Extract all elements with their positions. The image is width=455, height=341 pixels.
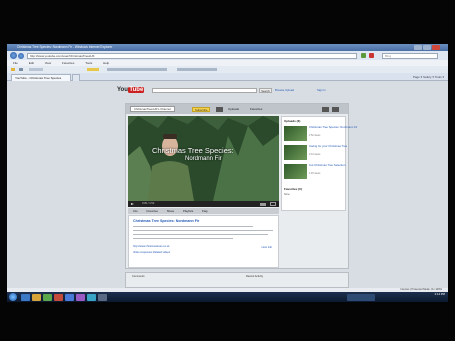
channel-menu-icon[interactable] xyxy=(216,106,223,112)
stop-icon[interactable] xyxy=(369,53,374,58)
refresh-icon[interactable] xyxy=(361,53,366,58)
video-time: 0:00 / 1:52 xyxy=(142,202,155,205)
app-taskbar-icon[interactable] xyxy=(98,293,107,301)
header-links[interactable]: Browse Upload xyxy=(275,88,294,93)
play-icon[interactable] xyxy=(131,202,134,205)
new-tab-button[interactable] xyxy=(72,74,80,81)
taskbar: 2:14 PM xyxy=(7,292,448,302)
menu-item-file[interactable]: File xyxy=(13,61,18,65)
menu-item-favorites[interactable]: Favorites xyxy=(62,61,74,65)
channel-box: ChristmasTreesUK's Channel Subscribe Upl… xyxy=(125,103,357,269)
tab-favorites[interactable]: Favorites xyxy=(250,106,262,112)
app-taskbar-icon[interactable] xyxy=(76,293,85,301)
app-taskbar-icon[interactable] xyxy=(87,293,96,301)
channel-header: ChristmasTreesUK's Channel Subscribe Upl… xyxy=(126,104,348,114)
ie-taskbar-icon[interactable] xyxy=(21,293,30,301)
video-thumbnail[interactable] xyxy=(284,145,307,160)
maximize-button[interactable] xyxy=(423,45,431,50)
video-overlay-title: Christmas Tree Species: xyxy=(152,146,234,155)
recent-activity-label[interactable]: Recent Activity xyxy=(246,275,263,278)
menu-item-view[interactable]: View xyxy=(45,61,51,65)
sidebar-video-meta: 1:45 views xyxy=(309,172,321,175)
list-view-icon[interactable] xyxy=(332,106,339,112)
favorites-heading: Favorites (0) xyxy=(284,187,302,191)
monitor-screen: Christmas Tree Species: Nordmann Fir - W… xyxy=(7,44,448,302)
address-bar[interactable]: http://www.youtube.com/user/ChristmasTre… xyxy=(27,52,357,59)
info-tabs: Info Favorites Share Playlists Flag xyxy=(128,208,279,214)
address-row: http://www.youtube.com/user/ChristmasTre… xyxy=(7,51,448,60)
volume-icon[interactable] xyxy=(260,202,266,206)
tab-flag[interactable]: Flag xyxy=(202,209,207,213)
video-info-panel: Christmas Tree Species: Nordmann Fir htt… xyxy=(128,215,279,268)
photo-frame: Christmas Tree Species: Nordmann Fir - W… xyxy=(0,0,455,341)
explorer-taskbar-icon[interactable] xyxy=(32,293,41,301)
sidebar-video-meta: 1:52 views xyxy=(309,134,321,137)
info-website-link[interactable]: http://www.christmastrees.co.uk xyxy=(133,245,169,248)
toolbar-links-2[interactable] xyxy=(177,68,217,71)
youtube-search-button[interactable]: Search xyxy=(259,88,272,93)
app-taskbar-icon[interactable] xyxy=(65,293,74,301)
info-text-line xyxy=(133,234,268,236)
subscribe-button[interactable]: Subscribe xyxy=(192,106,211,112)
back-icon[interactable] xyxy=(10,52,17,59)
minimize-button[interactable] xyxy=(414,45,422,50)
tab-strip: YouTube - Christmas Tree Species Page ▾ … xyxy=(7,73,448,81)
comments-label[interactable]: Comments xyxy=(132,275,145,278)
sidebar-video-title[interactable]: Caring for your Christmas Tree xyxy=(309,144,347,148)
channel-bottom-panel: Comments Recent Activity xyxy=(125,272,349,288)
toolbar-item[interactable] xyxy=(29,68,43,71)
forward-icon[interactable] xyxy=(18,52,24,59)
video-overlay-subtitle: Nordmann Fir xyxy=(185,156,222,162)
taskbar-window-button[interactable] xyxy=(347,293,375,301)
video-player[interactable]: Christmas Tree Species: Nordmann Fir xyxy=(128,116,279,201)
favorites-toolbar xyxy=(7,66,448,73)
browser-search-input[interactable]: Bing xyxy=(382,52,438,59)
tab-info[interactable]: Info xyxy=(133,209,138,213)
info-text-line xyxy=(133,238,233,240)
tab-youtube[interactable]: YouTube - Christmas Tree Species xyxy=(11,74,71,81)
close-button[interactable] xyxy=(432,45,440,50)
fullscreen-icon[interactable] xyxy=(270,202,276,206)
command-bar[interactable]: Page ▾ Safety ▾ Tools ▾ xyxy=(413,74,444,80)
video-thumbnail[interactable] xyxy=(284,164,307,179)
tab-playlists[interactable]: Playlists xyxy=(183,209,193,213)
toolbar-links[interactable] xyxy=(107,68,167,71)
uploads-heading: Uploads (3) xyxy=(284,119,301,123)
window-title: Christmas Tree Species: Nordmann Fir - W… xyxy=(17,45,113,49)
toolbar-highlight-button[interactable] xyxy=(87,68,99,71)
channel-name[interactable]: ChristmasTreesUK's Channel xyxy=(130,106,175,112)
taskbar-clock[interactable]: 2:14 PM xyxy=(435,292,445,297)
info-text-line xyxy=(133,226,253,228)
sidebar-video-meta: 2:10 views xyxy=(309,153,321,156)
info-text-line xyxy=(133,230,273,232)
media-taskbar-icon[interactable] xyxy=(43,293,52,301)
sign-in-link[interactable]: Sign In xyxy=(317,88,326,93)
clock-time: 2:14 PM xyxy=(434,292,445,296)
web-page: You Tube Search Browse Upload Sign In Chr… xyxy=(7,81,448,288)
youtube-search-input[interactable] xyxy=(152,88,257,93)
favorites-star-icon[interactable] xyxy=(11,68,15,71)
video-controls: 0:00 / 1:52 xyxy=(128,201,279,207)
app-taskbar-icon[interactable] xyxy=(54,293,63,301)
toolbar-icon[interactable] xyxy=(19,68,23,71)
uploads-sidebar: Uploads (3) Christmas Tree Species: Nord… xyxy=(281,116,357,211)
start-button[interactable] xyxy=(9,293,17,301)
tab-uploads[interactable]: Uploads xyxy=(228,106,239,112)
video-info-title[interactable]: Christmas Tree Species: Nordmann Fir xyxy=(133,219,199,223)
menu-item-tools[interactable]: Tools xyxy=(85,61,92,65)
sidebar-video-title[interactable]: Cut Christmas Tree Selection xyxy=(309,163,345,167)
youtube-logo[interactable]: You Tube xyxy=(117,87,145,93)
sidebar-video-title[interactable]: Christmas Tree Species: Nordmann Fir xyxy=(309,125,357,129)
tab-info-favorites[interactable]: Favorites xyxy=(146,209,158,213)
grid-view-icon[interactable] xyxy=(322,106,329,112)
favorites-empty-text: None xyxy=(284,193,290,196)
window-titlebar: Christmas Tree Species: Nordmann Fir - W… xyxy=(7,44,448,51)
video-thumbnail[interactable] xyxy=(284,126,307,141)
tab-share[interactable]: Share xyxy=(167,209,174,213)
menu-item-help[interactable]: Help xyxy=(103,61,109,65)
menu-item-edit[interactable]: Edit xyxy=(29,61,34,65)
more-info-link[interactable]: more info xyxy=(261,246,272,249)
info-related-link[interactable]: Video responses Related videos xyxy=(133,251,170,254)
